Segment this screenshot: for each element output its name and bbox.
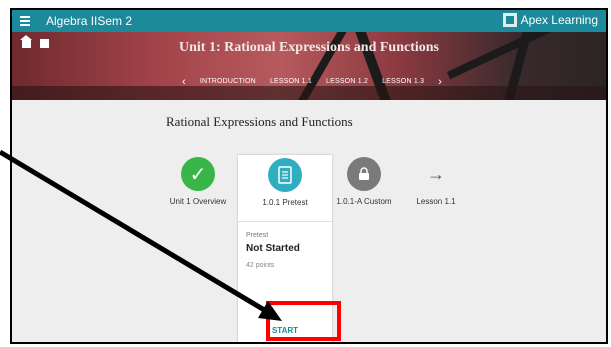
pointer-arrow-icon: [0, 149, 282, 321]
